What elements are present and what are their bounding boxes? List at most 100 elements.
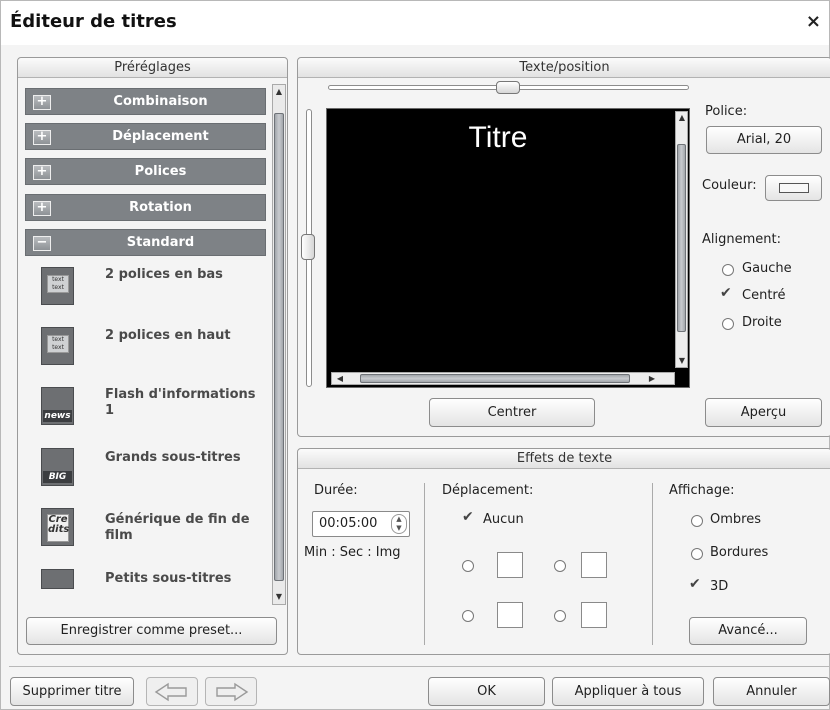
movement-option-box[interactable]	[581, 552, 607, 578]
movement-option-box[interactable]	[497, 552, 523, 578]
preview-button[interactable]: Aperçu	[705, 398, 822, 427]
display-borders-radio[interactable]	[691, 548, 703, 560]
movement-option-radio[interactable]	[462, 610, 474, 622]
thumb-text: Cre dits	[47, 514, 69, 542]
preset-item-label[interactable]: Petits sous-titres	[105, 571, 265, 587]
category-deplacement[interactable]: + Déplacement	[25, 123, 266, 150]
scroll-up-icon[interactable]: ▲	[676, 112, 688, 124]
scroll-down-icon[interactable]: ▼	[273, 591, 285, 603]
display-3d-label[interactable]: 3D	[710, 579, 728, 594]
thumb-tag: news	[43, 410, 72, 422]
preset-thumbnail-icon[interactable]: Cre dits	[41, 508, 74, 546]
next-arrow-button[interactable]	[205, 677, 257, 706]
align-center-label[interactable]: Centré	[742, 288, 785, 303]
category-combinaison[interactable]: + Combinaison	[25, 88, 266, 115]
presets-heading: Préréglages	[18, 58, 287, 78]
align-left-label[interactable]: Gauche	[742, 261, 792, 276]
display-3d-check-icon[interactable]: ✔	[689, 576, 701, 592]
movement-option-radio[interactable]	[554, 610, 566, 622]
movement-none-check-icon[interactable]: ✔	[462, 509, 474, 525]
expand-icon[interactable]: +	[33, 201, 51, 216]
movement-label: Déplacement:	[442, 483, 534, 498]
arrow-right-icon	[216, 682, 249, 702]
movement-option-radio[interactable]	[554, 560, 566, 572]
movement-option-box[interactable]	[581, 602, 607, 628]
footer-separator	[9, 666, 829, 667]
movement-none-label[interactable]: Aucun	[483, 512, 524, 527]
duration-format: Min : Sec : Img	[304, 545, 401, 560]
display-label: Affichage:	[669, 483, 735, 498]
color-picker-button[interactable]	[765, 175, 822, 201]
font-button[interactable]: Arial, 20	[706, 126, 822, 154]
apply-all-button[interactable]: Appliquer à tous	[552, 677, 704, 706]
color-label: Couleur:	[702, 178, 757, 193]
scroll-right-icon[interactable]: ▶	[646, 373, 658, 385]
align-right-label[interactable]: Droite	[742, 315, 782, 330]
center-button[interactable]: Centrer	[429, 398, 595, 427]
ok-button[interactable]: OK	[428, 677, 545, 706]
scroll-left-icon[interactable]: ◀	[334, 373, 346, 385]
color-swatch	[779, 183, 809, 193]
expand-icon[interactable]: +	[33, 165, 51, 180]
align-center-check-icon[interactable]: ✔	[720, 285, 732, 301]
scroll-thumb[interactable]	[360, 374, 630, 383]
save-preset-button[interactable]: Enregistrer comme preset...	[26, 617, 277, 645]
display-shadows-radio[interactable]	[691, 515, 703, 527]
scroll-thumb[interactable]	[677, 144, 686, 332]
cancel-button[interactable]: Annuler	[713, 677, 830, 706]
alignment-label: Alignement:	[702, 232, 781, 247]
category-label: Combinaison	[113, 94, 208, 109]
expand-icon[interactable]: +	[33, 95, 51, 110]
duration-stepper-icon[interactable]: ▲ ▼	[391, 514, 407, 534]
scroll-down-icon[interactable]: ▼	[676, 355, 688, 367]
display-shadows-label[interactable]: Ombres	[710, 512, 761, 527]
preset-thumbnail-icon[interactable]: news	[41, 387, 74, 425]
scroll-up-icon[interactable]: ▲	[273, 86, 285, 98]
advanced-button[interactable]: Avancé...	[689, 617, 807, 645]
duration-label: Durée:	[314, 483, 358, 498]
preview-vscroll[interactable]: ▲ ▼	[675, 111, 688, 368]
horizontal-slider-thumb[interactable]	[496, 81, 520, 94]
dialog-title: Éditeur de titres	[10, 11, 177, 32]
font-label: Police:	[705, 104, 748, 119]
thumb-text: text text	[47, 335, 69, 353]
text-position-heading: Texte/position	[298, 58, 830, 78]
close-icon[interactable]: ×	[806, 11, 821, 32]
title-bar: Éditeur de titres ×	[1, 1, 829, 45]
category-polices[interactable]: + Polices	[25, 158, 266, 185]
preview-hscroll[interactable]: ◀ ▶	[331, 372, 675, 385]
duration-input[interactable]: 00:05:00 ▲ ▼	[312, 511, 410, 537]
presets-scrollbar[interactable]: ▲ ▼	[272, 84, 286, 605]
effects-divider-1	[424, 483, 425, 645]
category-standard[interactable]: − Standard	[25, 229, 266, 256]
previous-arrow-button[interactable]	[146, 677, 198, 706]
title-preview-canvas[interactable]: Titre	[326, 108, 690, 388]
align-left-radio[interactable]	[722, 264, 734, 276]
collapse-icon[interactable]: −	[33, 236, 51, 251]
vertical-slider-thumb[interactable]	[301, 234, 315, 260]
preset-thumbnail-icon[interactable]: BIG	[41, 448, 74, 486]
display-borders-label[interactable]: Bordures	[710, 545, 768, 560]
preview-title-text[interactable]: Titre	[327, 121, 669, 155]
expand-icon[interactable]: +	[33, 130, 51, 145]
preset-thumbnail-icon[interactable]: text text	[41, 267, 74, 305]
movement-option-box[interactable]	[497, 602, 523, 628]
preset-thumbnail-icon[interactable]: text text	[41, 327, 74, 365]
category-rotation[interactable]: + Rotation	[25, 194, 266, 221]
category-label: Standard	[126, 235, 195, 250]
scroll-thumb[interactable]	[274, 113, 284, 581]
preset-item-label[interactable]: 2 polices en haut	[105, 328, 265, 344]
align-right-radio[interactable]	[722, 318, 734, 330]
movement-option-radio[interactable]	[462, 560, 474, 572]
preset-thumbnail-icon[interactable]	[41, 569, 74, 589]
duration-value[interactable]: 00:05:00	[319, 516, 377, 531]
thumb-text: text text	[47, 275, 69, 293]
delete-title-button[interactable]: Supprimer titre	[10, 677, 134, 706]
preset-item-label[interactable]: Grands sous-titres	[105, 450, 265, 466]
arrow-left-icon	[154, 682, 187, 702]
title-editor-dialog: Éditeur de titres × Préréglages + Combin…	[0, 0, 830, 710]
preset-item-label[interactable]: Flash d'informations 1	[105, 387, 265, 419]
text-effects-heading: Effets de texte	[298, 449, 830, 469]
preset-item-label[interactable]: Générique de fin de film	[105, 512, 265, 544]
preset-item-label[interactable]: 2 polices en bas	[105, 267, 265, 283]
